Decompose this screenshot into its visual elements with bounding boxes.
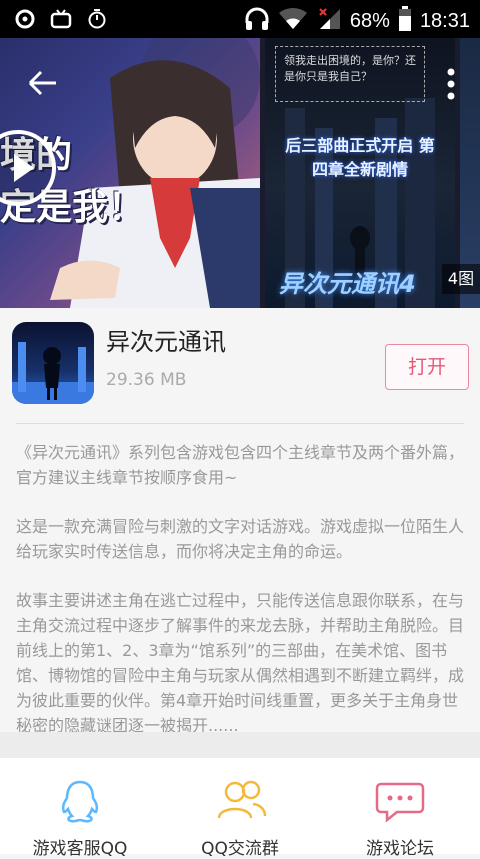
- tab-label: 游戏客服QQ: [32, 839, 128, 859]
- app-description: 《异次元通讯》系列包含游戏包含四个主线章节及两个番外篇，官方建议主线章节按顺序食…: [16, 440, 466, 762]
- tab-customer-service-qq[interactable]: 游戏客服QQ: [0, 758, 160, 859]
- tab-label: QQ交流群: [201, 839, 279, 859]
- qq-penguin-icon: [61, 780, 99, 823]
- clock: 18:31: [419, 9, 470, 32]
- tab-qq-group[interactable]: QQ交流群: [160, 758, 320, 859]
- section-separator: [0, 732, 480, 758]
- play-video-button[interactable]: [0, 130, 56, 206]
- wifi-icon: [278, 7, 308, 35]
- tab-label: 游戏论坛: [366, 839, 434, 859]
- back-arrow-icon: [28, 70, 56, 96]
- open-button[interactable]: 打开: [385, 344, 469, 390]
- alarm-icon: [86, 8, 108, 34]
- sync-icon: [14, 8, 36, 34]
- battery-icon: [398, 6, 412, 36]
- app-icon: [12, 322, 94, 404]
- play-icon: [14, 154, 34, 182]
- app-info-card: 异次元通讯 29.36 MB 打开: [0, 308, 480, 426]
- image-count-badge: 4图: [442, 264, 480, 294]
- shot2-headline: 后三部曲正式开启 第四章全新剧情: [285, 136, 435, 179]
- description-paragraph: 故事主要讲述主角在逃亡过程中，只能传送信息跟你联系，在与主角交流过程中逐步了解事…: [16, 591, 465, 735]
- tab-game-forum[interactable]: 游戏论坛: [320, 758, 480, 859]
- more-options-button[interactable]: [446, 66, 456, 106]
- headphones-icon: [244, 7, 270, 35]
- screenshot-2[interactable]: 领我走出困境的，是你？还是你只是我自己？ 后三部曲正式开启 第四章全新剧情 异次…: [265, 38, 455, 308]
- app-name: 异次元通讯: [106, 328, 226, 356]
- girl-silhouette-icon: [12, 342, 94, 404]
- more-vertical-icon: [447, 68, 455, 100]
- description-paragraph: 这是一款充满冒险与刺激的文字对话游戏。游戏虚拟一位陌生人给玩家实时传送信息，而你…: [16, 517, 465, 561]
- screenshot-carousel[interactable]: 境的 定是我！ 领我走出困境的，是你？还是你只是我自己？ 后三部曲正式开启 第四…: [0, 38, 480, 308]
- battery-percent: 68%: [349, 9, 390, 32]
- back-button[interactable]: [26, 66, 60, 100]
- status-bar: 68% 18:31: [0, 0, 480, 38]
- dialog-bubble: 领我走出困境的，是你？还是你只是我自己？: [275, 46, 425, 102]
- bottom-nav: 游戏客服QQ QQ交流群 游戏论坛: [0, 758, 480, 859]
- divider: [16, 423, 464, 424]
- chat-bubble-icon: [375, 782, 425, 823]
- tv-icon: [50, 8, 72, 34]
- app-size: 29.36 MB: [106, 370, 187, 390]
- shot2-logo: 异次元通讯4: [279, 270, 416, 298]
- group-icon: [217, 780, 267, 819]
- description-paragraph: 《异次元通讯》系列包含游戏包含四个主线章节及两个番外篇，官方建议主线章节按顺序食…: [16, 443, 465, 487]
- signal-icon: [316, 7, 342, 35]
